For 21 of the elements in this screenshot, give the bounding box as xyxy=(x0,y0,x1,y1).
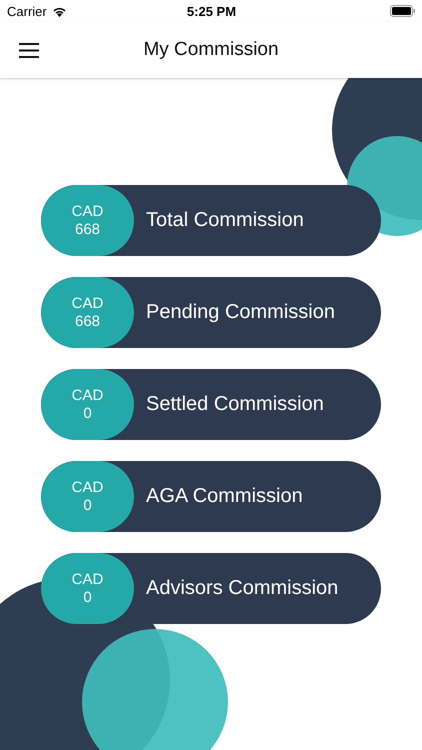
commission-label: AGA Commission xyxy=(146,485,303,508)
amount-badge: CAD 0 xyxy=(41,461,134,532)
commission-label: Total Commission xyxy=(146,209,304,232)
commission-button[interactable]: CAD 0 AGA Commission xyxy=(41,461,381,532)
commission-label: Pending Commission xyxy=(146,301,335,324)
amount-badge: CAD 0 xyxy=(41,553,134,624)
amount-badge: CAD 668 xyxy=(41,185,134,256)
commission-label: Advisors Commission xyxy=(146,577,338,600)
wifi-icon xyxy=(52,6,67,16)
clock-time: 5:25 PM xyxy=(186,4,236,18)
carrier-label: Carrier xyxy=(7,4,47,18)
commission-button[interactable]: CAD 0 Advisors Commission xyxy=(41,553,381,624)
commission-label: Settled Commission xyxy=(146,393,324,416)
commission-button[interactable]: CAD 668 Total Commission xyxy=(41,185,381,256)
commission-button[interactable]: CAD 0 Settled Commission xyxy=(41,369,381,440)
amount-badge: CAD 668 xyxy=(41,277,134,348)
commission-button[interactable]: CAD 668 Pending Commission xyxy=(41,277,381,348)
battery-icon xyxy=(390,5,416,17)
screen-title: My Commission xyxy=(142,39,280,61)
menu-button[interactable] xyxy=(19,42,39,58)
amount-badge: CAD 0 xyxy=(41,369,134,440)
